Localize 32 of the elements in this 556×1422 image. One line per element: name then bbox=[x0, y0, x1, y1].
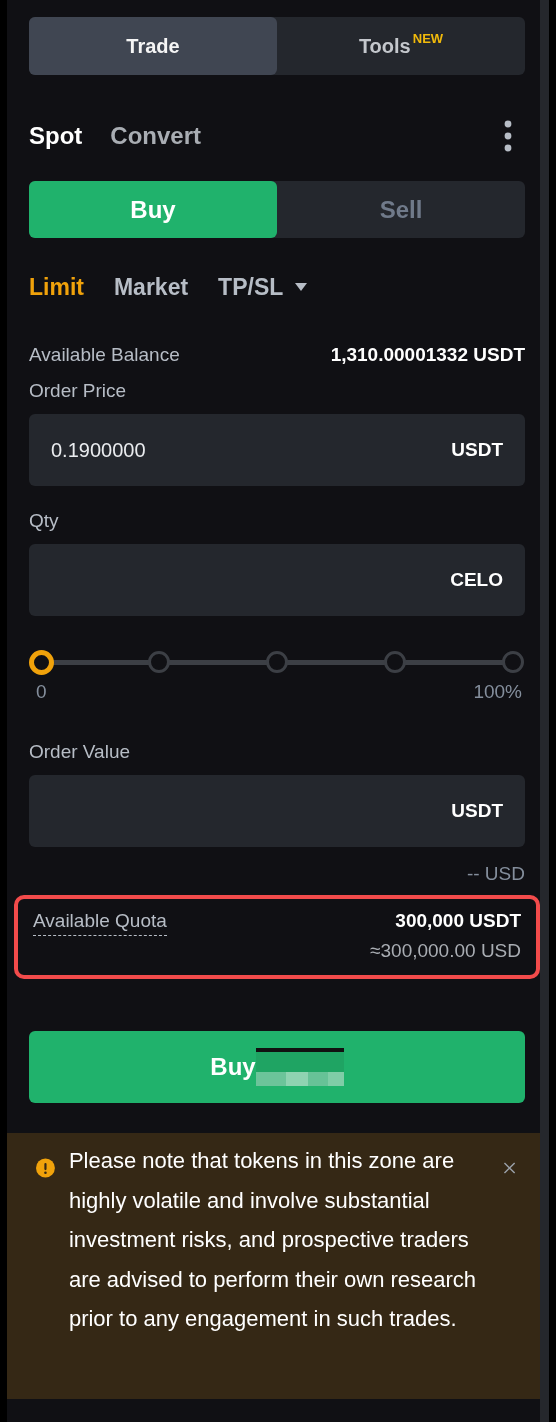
slider-thumb[interactable] bbox=[29, 650, 54, 675]
quota-value: 300,000 USDT bbox=[395, 910, 521, 932]
slider-step[interactable] bbox=[384, 651, 406, 673]
quota-usd: ≈300,000.00 USD bbox=[370, 940, 521, 962]
mode-tab[interactable]: Spot bbox=[29, 122, 83, 150]
notice-text: Please note that tokens in this zone are highly volatile and involve substantial investment risks, and prospective traders are advised to perform their own research prior to any engagement in such trades. bbox=[68, 1147, 478, 1333]
new-label: NEW bbox=[412, 31, 444, 46]
balance-label: Available Balance bbox=[29, 344, 180, 366]
slider-min-label: 0 bbox=[36, 681, 47, 703]
unit-label: USDT bbox=[451, 439, 503, 461]
input-field[interactable]: 0.1900000 USDT bbox=[29, 414, 525, 486]
slider-max-label: 100% bbox=[473, 681, 522, 703]
balance-value: 1,310.00001332 USDT bbox=[330, 344, 525, 366]
slider-step[interactable] bbox=[148, 651, 170, 673]
quota-label: Available Quota bbox=[33, 910, 167, 936]
tab[interactable]: Trade bbox=[29, 17, 277, 75]
unit-label: CELO bbox=[450, 569, 503, 591]
caret-icon bbox=[295, 283, 308, 291]
mode-tab[interactable]: Convert bbox=[110, 122, 201, 150]
input-field[interactable]: USDT bbox=[29, 775, 525, 847]
input-field[interactable]: CELO bbox=[29, 544, 525, 616]
slider-step[interactable] bbox=[266, 651, 288, 673]
field-label: Qty bbox=[29, 510, 60, 532]
unit-label: USDT bbox=[451, 800, 503, 822]
field-label: Order Price bbox=[29, 380, 128, 402]
field-label: Order Value bbox=[29, 741, 132, 763]
more-icon[interactable] bbox=[503, 120, 513, 152]
usd-hint: -- USD bbox=[466, 863, 525, 885]
order-type-dropdown[interactable]: TP/SL bbox=[218, 273, 308, 301]
order-type-tab[interactable]: Limit bbox=[29, 273, 84, 301]
slider-step[interactable] bbox=[502, 651, 524, 673]
order-type-tab[interactable]: Market bbox=[113, 273, 189, 301]
